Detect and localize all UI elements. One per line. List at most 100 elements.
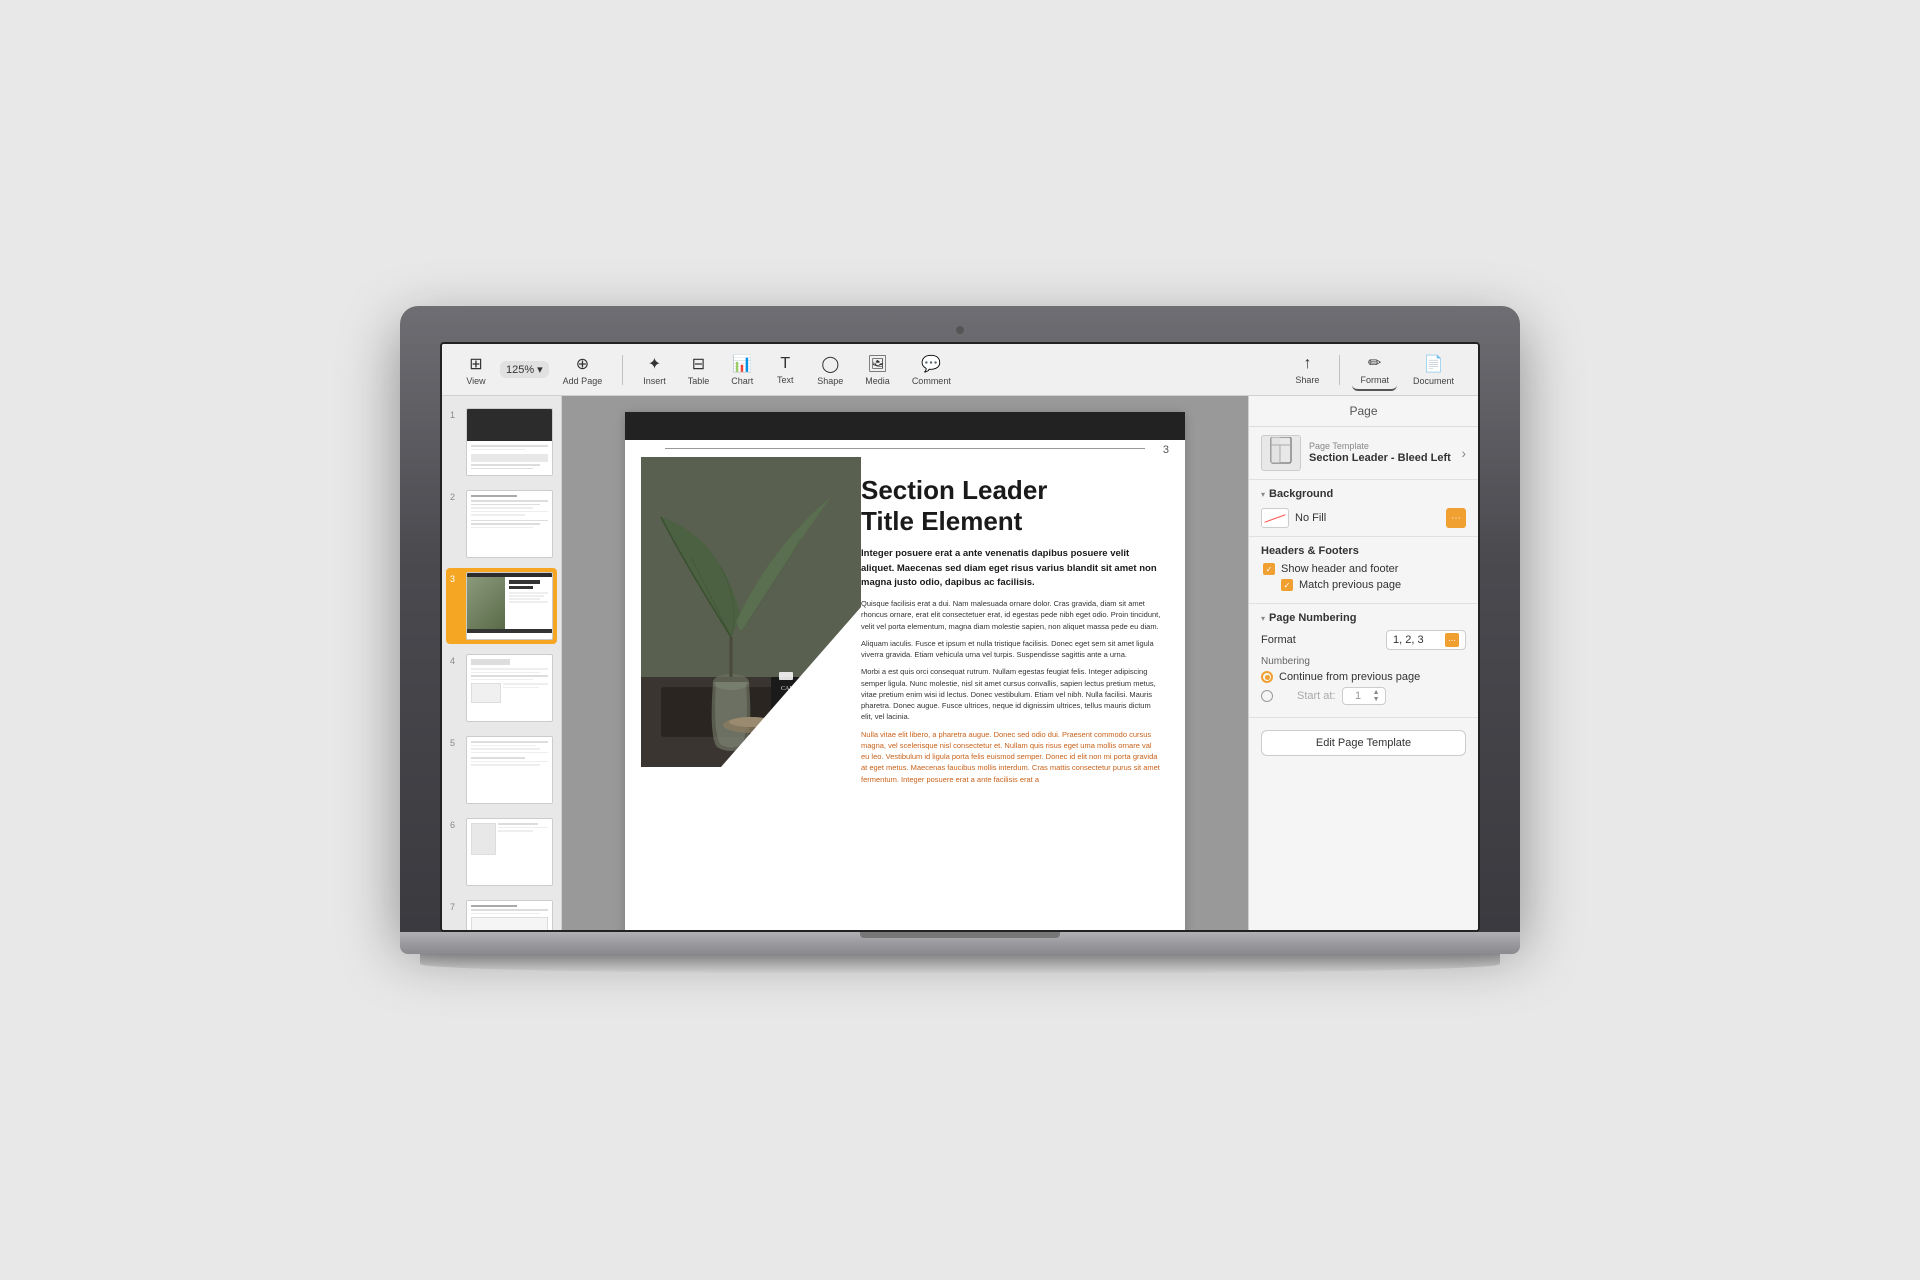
- text-icon: T: [780, 355, 790, 373]
- right-panel: Page: [1248, 396, 1478, 930]
- insert-icon: ✦: [648, 354, 661, 374]
- format-select[interactable]: 1, 2, 3 ⋯: [1386, 630, 1466, 650]
- format-select-value: 1, 2, 3: [1393, 634, 1424, 646]
- view-label: View: [466, 376, 485, 386]
- page-numbering-section: ▾ Page Numbering Format 1, 2, 3 ⋯ Num: [1249, 604, 1478, 718]
- page-divider-line: [665, 448, 1145, 449]
- laptop-shadow: [420, 954, 1500, 974]
- page-numbering-chevron-icon: ▾: [1261, 614, 1265, 623]
- headers-footers-title: Headers & Footers: [1261, 545, 1466, 557]
- show-header-footer-row: Show header and footer: [1261, 563, 1466, 575]
- chart-button[interactable]: 📊 Chart: [723, 350, 761, 390]
- sidebar-page-6[interactable]: 6: [446, 814, 557, 890]
- background-chevron-icon: ▾: [1261, 490, 1265, 499]
- page-number-display: 3: [1163, 444, 1169, 456]
- chart-icon: 📊: [732, 354, 752, 374]
- page-number-6: 6: [450, 818, 460, 830]
- stepper-down-button[interactable]: ▼: [1372, 696, 1381, 703]
- document-icon: 📄: [1424, 354, 1444, 374]
- template-expand-chevron-icon[interactable]: ›: [1461, 445, 1466, 461]
- template-icon-box: [1261, 435, 1301, 471]
- format-tab[interactable]: ✏ Format: [1352, 349, 1397, 391]
- sidebar-page-1[interactable]: 1: [446, 404, 557, 480]
- page-number-7: 7: [450, 900, 460, 912]
- numbering-label: Numbering: [1261, 656, 1466, 667]
- format-label: Format: [1360, 375, 1389, 385]
- comment-button[interactable]: 💬 Comment: [904, 350, 959, 390]
- match-previous-page-checkbox[interactable]: [1281, 579, 1293, 591]
- view-icon: ⊞: [469, 354, 482, 374]
- laptop-screen: ⊞ View 125% ▾ ⊕ Add Page: [440, 342, 1480, 932]
- headers-footers-section: Headers & Footers Show header and footer…: [1249, 537, 1478, 604]
- start-at-input[interactable]: 1 ▲ ▼: [1342, 687, 1386, 705]
- stepper-up-button[interactable]: ▲: [1372, 689, 1381, 696]
- shape-label: Shape: [817, 376, 843, 386]
- add-page-label: Add Page: [563, 376, 603, 386]
- start-at-label: Start at:: [1297, 690, 1336, 702]
- start-at-radio[interactable]: [1261, 690, 1273, 702]
- insert-label: Insert: [643, 376, 666, 386]
- edit-page-template-button[interactable]: Edit Page Template: [1261, 730, 1466, 756]
- white-triangle-overlay: [721, 607, 861, 767]
- view-button[interactable]: ⊞ View: [458, 350, 494, 390]
- page-image: CANDLE: [641, 457, 861, 767]
- table-button[interactable]: ⊟ Table: [680, 350, 718, 390]
- zoom-control[interactable]: 125% ▾: [500, 361, 549, 378]
- camera: [956, 326, 964, 334]
- page-right-column: Section LeaderTitle Element Integer posu…: [845, 457, 1185, 807]
- format-label: Format: [1261, 634, 1296, 646]
- format-icon: ✏: [1368, 353, 1381, 373]
- toolbar: ⊞ View 125% ▾ ⊕ Add Page: [442, 344, 1478, 396]
- comment-label: Comment: [912, 376, 951, 386]
- page-thumb-2: [466, 490, 553, 558]
- text-label: Text: [777, 375, 794, 385]
- page-title: Section LeaderTitle Element: [861, 475, 1161, 537]
- match-previous-label: Match previous page: [1299, 579, 1401, 591]
- page-numbering-header[interactable]: ▾ Page Numbering: [1261, 612, 1466, 624]
- share-button[interactable]: ↑ Share: [1287, 351, 1327, 389]
- page-number-5: 5: [450, 736, 460, 748]
- laptop-body: ⊞ View 125% ▾ ⊕ Add Page: [400, 306, 1520, 932]
- page-number-3: 3: [450, 572, 460, 584]
- format-row: Format 1, 2, 3 ⋯: [1261, 630, 1466, 650]
- canvas-area: 3: [562, 396, 1248, 930]
- show-header-footer-label: Show header and footer: [1281, 563, 1398, 575]
- start-at-control: Start at: 1 ▲ ▼: [1279, 687, 1386, 705]
- shape-icon: ◯: [821, 354, 839, 374]
- show-header-footer-checkbox[interactable]: [1263, 563, 1275, 575]
- insert-button[interactable]: ✦ Insert: [635, 350, 674, 390]
- sidebar-page-7[interactable]: 7: [446, 896, 557, 930]
- background-section-header[interactable]: ▾ Background: [1261, 488, 1466, 500]
- start-at-row: Start at: 1 ▲ ▼: [1261, 687, 1466, 705]
- sidebar-page-4[interactable]: 4: [446, 650, 557, 726]
- toolbar-separator-1: [622, 355, 623, 385]
- no-fill-swatch[interactable]: [1261, 508, 1289, 528]
- add-page-button[interactable]: ⊕ Add Page: [555, 350, 611, 390]
- page-top-bar: [625, 412, 1185, 440]
- document-tab[interactable]: 📄 Document: [1405, 350, 1462, 390]
- stepper-buttons: ▲ ▼: [1372, 689, 1381, 703]
- zoom-chevron-icon: ▾: [537, 363, 543, 376]
- page-number-4: 4: [450, 654, 460, 666]
- sidebar-page-5[interactable]: 5: [446, 732, 557, 808]
- main-content: 1: [442, 396, 1478, 930]
- shape-button[interactable]: ◯ Shape: [809, 350, 851, 390]
- sidebar-page-3[interactable]: 3: [446, 568, 557, 644]
- continue-from-previous-label: Continue from previous page: [1279, 671, 1420, 683]
- media-icon: 🖼: [867, 354, 887, 374]
- template-label: Page Template: [1309, 441, 1453, 451]
- page-thumbnails-sidebar: 1: [442, 396, 562, 930]
- page-canvas: 3: [625, 412, 1185, 930]
- media-label: Media: [865, 376, 890, 386]
- share-label: Share: [1295, 375, 1319, 385]
- page-thumb-3: [466, 572, 553, 640]
- add-page-icon: ⊕: [576, 354, 589, 374]
- background-options-button[interactable]: ⋯: [1446, 508, 1466, 528]
- continue-from-previous-radio[interactable]: [1261, 671, 1273, 683]
- page-numbering-title: Page Numbering: [1269, 612, 1356, 624]
- text-button[interactable]: T Text: [767, 351, 803, 389]
- laptop-base: [400, 932, 1520, 954]
- sidebar-page-2[interactable]: 2: [446, 486, 557, 562]
- media-button[interactable]: 🖼 Media: [857, 350, 898, 390]
- page-thumb-6: [466, 818, 553, 886]
